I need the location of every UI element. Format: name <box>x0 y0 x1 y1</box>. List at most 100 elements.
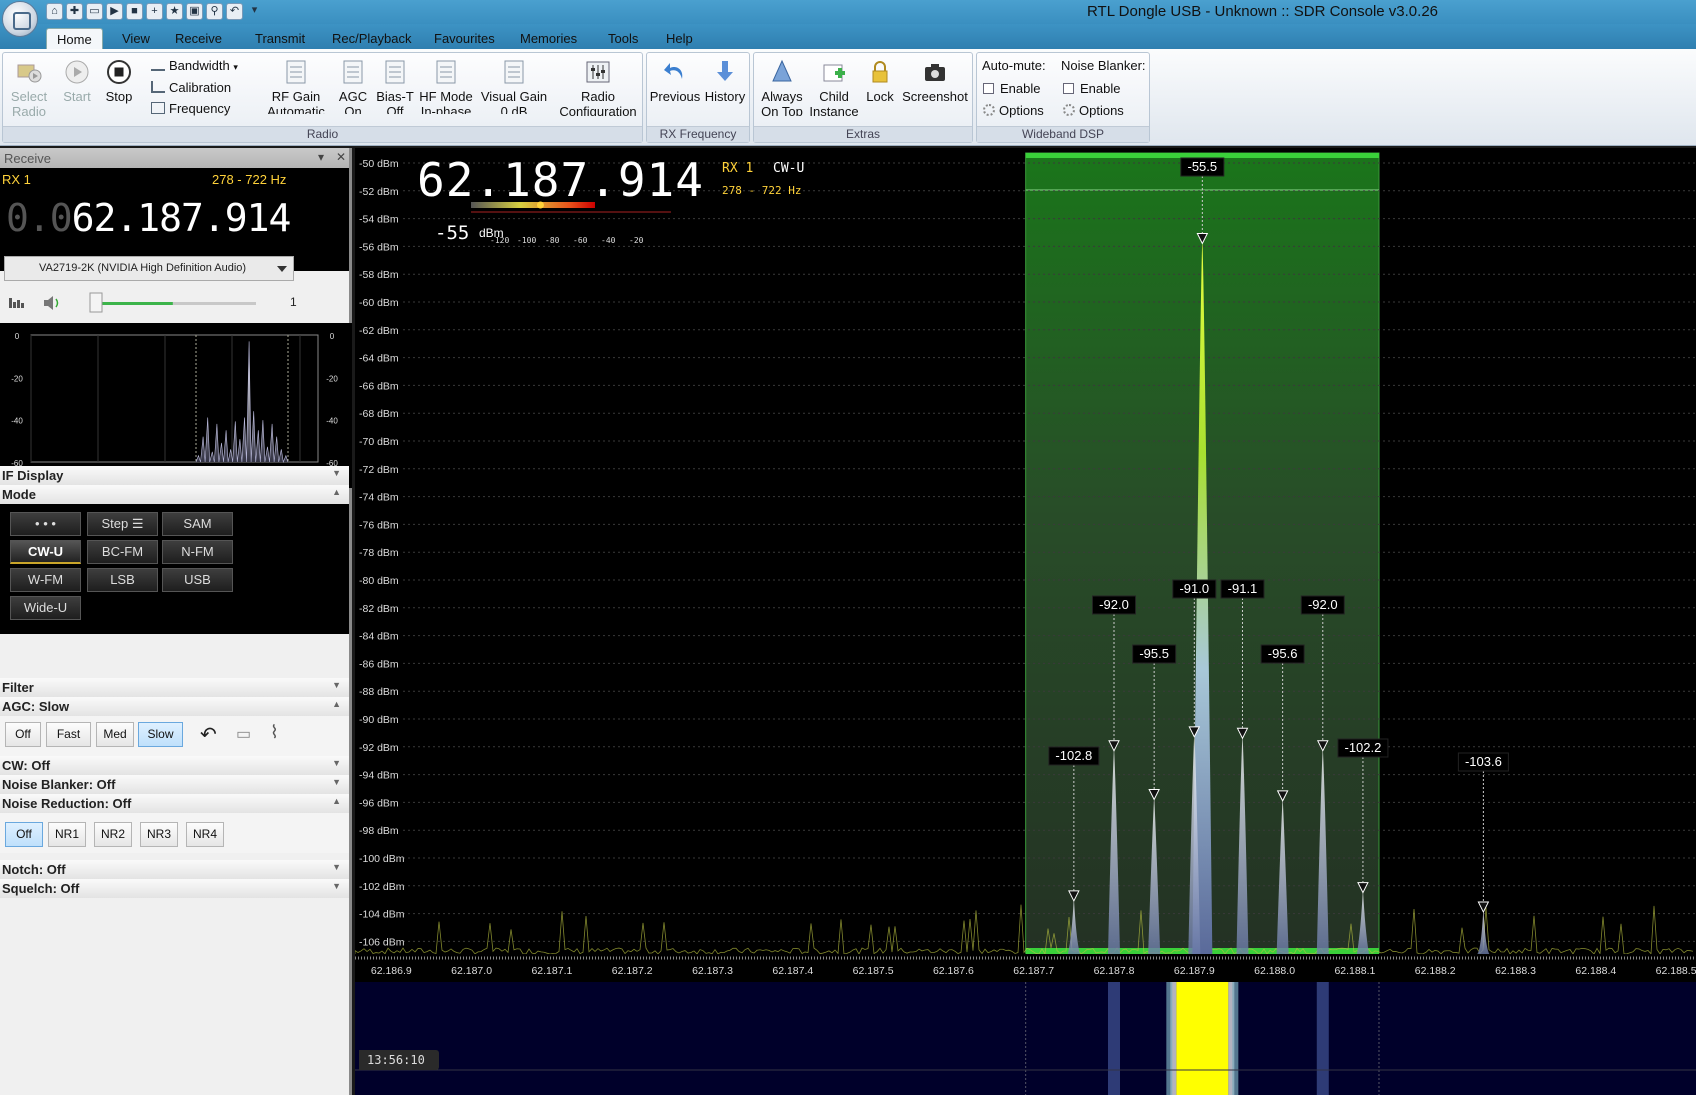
volume-slider-thumb[interactable] <box>89 292 103 313</box>
dropdown-icon[interactable]: ▾ <box>246 3 263 20</box>
graph-icon[interactable]: ⌇ <box>270 722 279 743</box>
dbm-axis-label: -74 dBm <box>359 492 399 504</box>
always-on-top-button[interactable]: Always On Top <box>756 59 808 116</box>
hf-mode-button[interactable]: HF Mode In-phase <box>417 59 475 114</box>
volume-row: 1 <box>0 288 352 316</box>
hf-mode-label: HF Mode <box>419 89 473 104</box>
cw-label: CW: Off <box>2 758 51 773</box>
spectrum-plot[interactable]: -50 dBm -52 dBm -54 dBm -56 dBm -58 dBm -60 d… <box>355 148 1696 1095</box>
bias-t-button[interactable]: Bias-T Off <box>375 59 415 114</box>
antenna-icon[interactable]: ⚲ <box>206 3 223 20</box>
peak-marker[interactable] <box>1477 901 1490 914</box>
tab-transmit[interactable]: Transmit <box>245 28 315 49</box>
frequency-button[interactable]: Frequency <box>151 101 230 116</box>
play-icon <box>65 60 89 84</box>
mode-section[interactable]: Mode ▲ <box>0 485 349 504</box>
tab-home[interactable]: Home <box>46 28 103 49</box>
bandwidth-button[interactable]: Bandwidth ▾ <box>151 58 238 73</box>
auto-mute-options-button[interactable]: Options <box>983 103 1044 118</box>
mode-button-lsb[interactable]: LSB <box>87 568 158 592</box>
spectrum-display[interactable]: -50 dBm -52 dBm -54 dBm -56 dBm -58 dBm -60 d… <box>355 148 1696 1095</box>
folder-icon[interactable]: ▭ <box>86 3 103 20</box>
mode-button-sam[interactable]: SAM <box>162 512 233 536</box>
mode-button-n-fm[interactable]: N-FM <box>162 540 233 564</box>
dbm-axis-label: -102 dBm <box>359 881 405 893</box>
squelch-section[interactable]: Squelch: Off ▼ <box>0 879 349 898</box>
rx-frequency-value: 62.187.914 <box>71 196 292 240</box>
app-menu-button[interactable] <box>2 1 38 37</box>
home-icon[interactable]: ⌂ <box>46 3 63 20</box>
tab-help[interactable]: Help <box>656 28 703 49</box>
undo-icon[interactable]: ↶ <box>226 3 243 20</box>
cw-section[interactable]: CW: Off ▼ <box>0 756 349 775</box>
stop-icon[interactable]: ■ <box>126 3 143 20</box>
agc-button-med[interactable]: Med <box>96 722 134 747</box>
mode-button-more[interactable]: • • • <box>10 512 81 536</box>
bar-chart-icon[interactable] <box>9 298 24 308</box>
noise-blanker-section[interactable]: Noise Blanker: Off ▼ <box>0 775 349 794</box>
nr-button-nr2[interactable]: NR2 <box>94 822 132 847</box>
noise-reduction-section[interactable]: Noise Reduction: Off ▲ <box>0 794 349 813</box>
tab-tools[interactable]: Tools <box>598 28 648 49</box>
waterfall[interactable] <box>355 982 1696 1095</box>
mode-button-cw-u[interactable]: CW-U <box>10 540 81 564</box>
passband-top-edge[interactable] <box>1025 153 1379 158</box>
mode-button-w-fm[interactable]: W-FM <box>10 568 81 592</box>
mode-button-usb[interactable]: USB <box>162 568 233 592</box>
speaker-icon[interactable] <box>44 296 59 310</box>
rf-gain-button[interactable]: RF Gain Automatic <box>261 59 331 114</box>
audio-device-select[interactable]: VA2719-2K (NVIDIA High Definition Audio) <box>4 256 294 281</box>
auto-mute-enable-label: Enable <box>1000 81 1041 96</box>
agc-ribbon-button[interactable]: AGC On <box>335 59 371 114</box>
screenshot-button[interactable]: Screenshot <box>900 59 970 104</box>
dbm-axis-label: -90 dBm <box>359 714 399 726</box>
tab-view[interactable]: View <box>112 28 160 49</box>
visual-gain-button[interactable]: Visual Gain 0 dB <box>479 59 549 114</box>
nr-button-off[interactable]: Off <box>5 822 43 847</box>
addressbook-icon[interactable]: ✚ <box>66 3 83 20</box>
panel-menu-icon[interactable]: ▾ <box>318 150 324 164</box>
notch-section[interactable]: Notch: Off ▼ <box>0 860 349 879</box>
agc-button-fast[interactable]: Fast <box>46 722 91 747</box>
play-icon[interactable]: ▶ <box>106 3 123 20</box>
peak-label: -91.1 <box>1228 581 1258 596</box>
child-instance-button[interactable]: Child Instance <box>808 59 860 116</box>
tab-memories[interactable]: Memories <box>510 28 587 49</box>
tab-favourites[interactable]: Favourites <box>424 28 505 49</box>
undo-icon[interactable]: ↶ <box>200 722 217 747</box>
tab-rec-playback[interactable]: Rec/Playback <box>322 28 421 49</box>
tab-receive[interactable]: Receive <box>165 28 232 49</box>
mode-button-step[interactable]: Step ☰ <box>87 512 158 536</box>
noise-blanker-options-button[interactable]: Options <box>1063 103 1124 118</box>
star-icon[interactable]: ★ <box>166 3 183 20</box>
history-button[interactable]: History <box>701 59 749 104</box>
stop-button[interactable]: Stop <box>101 59 137 104</box>
lock-icon[interactable]: ▣ <box>186 3 203 20</box>
agc-button-off[interactable]: Off <box>5 722 41 747</box>
nr-button-nr4[interactable]: NR4 <box>186 822 224 847</box>
filter-section[interactable]: Filter ▼ <box>0 678 349 697</box>
agc-label: AGC: Slow <box>2 699 70 714</box>
noise-blanker-enable-checkbox[interactable]: Enable <box>1063 81 1120 96</box>
mode-button-bc-fm[interactable]: BC-FM <box>87 540 158 564</box>
agc-button-slow[interactable]: Slow <box>138 722 183 747</box>
calibration-button[interactable]: Calibration <box>151 80 231 95</box>
if-display-section[interactable]: IF Display ▼ <box>0 466 349 485</box>
mode-button-wide-u[interactable]: Wide-U <box>10 596 81 620</box>
start-button[interactable]: Start <box>59 59 95 104</box>
radio-configuration-button[interactable]: Radio Configuration <box>555 59 641 116</box>
select-radio-button[interactable]: Select Radio <box>9 59 49 119</box>
agc-section[interactable]: AGC: Slow ▲ <box>0 697 349 716</box>
lock-button[interactable]: Lock <box>862 59 898 104</box>
panel-close-icon[interactable]: ✕ <box>336 150 346 164</box>
main-frequency-display[interactable]: 62.187.914 <box>417 153 704 207</box>
previous-button[interactable]: Previous <box>649 59 701 104</box>
nr-button-nr3[interactable]: NR3 <box>140 822 178 847</box>
rx-frequency-display[interactable]: 0.062.187.914 <box>6 196 292 240</box>
keyboard-icon[interactable]: ▭ <box>236 724 251 744</box>
nr-button-nr1[interactable]: NR1 <box>48 822 86 847</box>
audio-y-tick-left: 0 <box>15 332 20 341</box>
frequency-axis-label: 62.187.3 <box>692 965 733 977</box>
add-icon[interactable]: + <box>146 3 163 20</box>
auto-mute-enable-checkbox[interactable]: Enable <box>983 81 1040 96</box>
